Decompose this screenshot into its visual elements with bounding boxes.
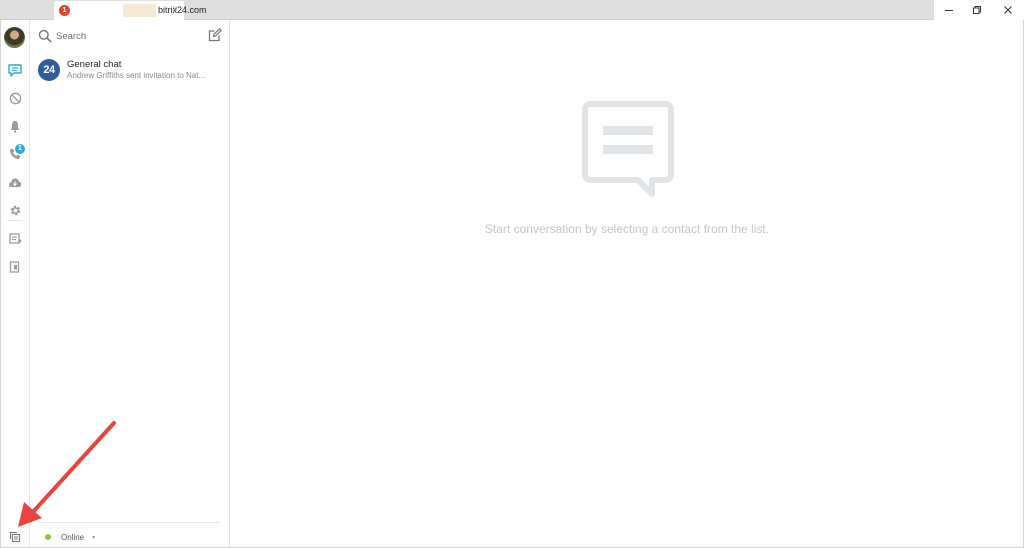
tab-title: bitrix24.com — [158, 5, 207, 15]
chat-icon[interactable] — [7, 62, 23, 78]
disk-icon[interactable] — [7, 174, 23, 190]
channels-icon[interactable] — [7, 90, 23, 106]
phone-icon[interactable] — [7, 146, 23, 162]
tasks-icon[interactable] — [7, 231, 23, 247]
chat-list-item[interactable]: 24 General chat Andrew Griffiths sent in… — [30, 56, 229, 86]
restore-button[interactable] — [962, 0, 992, 20]
chevron-down-icon: ▾ — [92, 534, 96, 541]
settings-icon[interactable] — [7, 202, 23, 218]
empty-state-message: Start conversation by selecting a contac… — [484, 222, 770, 236]
contacts-panel: 24 General chat Andrew Griffiths sent in… — [30, 20, 230, 548]
tab-close-icon[interactable]: × — [172, 4, 178, 16]
online-status-dot — [45, 534, 51, 540]
tab-badge: 1 — [59, 5, 70, 16]
app-sidebar: 1 — [0, 20, 30, 548]
empty-chat-icon — [582, 101, 674, 197]
search-input[interactable] — [56, 27, 196, 45]
pin-icon[interactable] — [9, 530, 21, 543]
compose-icon[interactable] — [208, 28, 222, 42]
notifications-icon[interactable] — [7, 118, 23, 134]
search-icon — [38, 29, 52, 43]
title-bar: 1 bitrix24.com × — [0, 0, 1024, 20]
browser-tab[interactable]: 1 bitrix24.com × — [54, 1, 207, 20]
chat-avatar: 24 — [38, 59, 60, 81]
redacted-area — [74, 4, 156, 17]
user-avatar[interactable] — [4, 27, 25, 48]
panel-divider — [38, 522, 220, 523]
sidebar-divider — [7, 220, 23, 221]
close-icon — [1004, 6, 1012, 14]
chat-preview: Andrew Griffiths sent invitation to Nat.… — [67, 71, 206, 80]
minimize-button[interactable] — [934, 0, 964, 20]
conversation-area: Start conversation by selecting a contac… — [231, 20, 1023, 547]
minimize-icon — [945, 10, 953, 11]
restore-icon — [973, 6, 981, 14]
close-window-button[interactable] — [992, 0, 1024, 20]
status-label: Online — [61, 532, 85, 542]
notes-icon[interactable] — [7, 259, 23, 275]
status-selector[interactable]: Online ▾ — [45, 531, 95, 543]
chat-name: General chat — [67, 59, 122, 70]
